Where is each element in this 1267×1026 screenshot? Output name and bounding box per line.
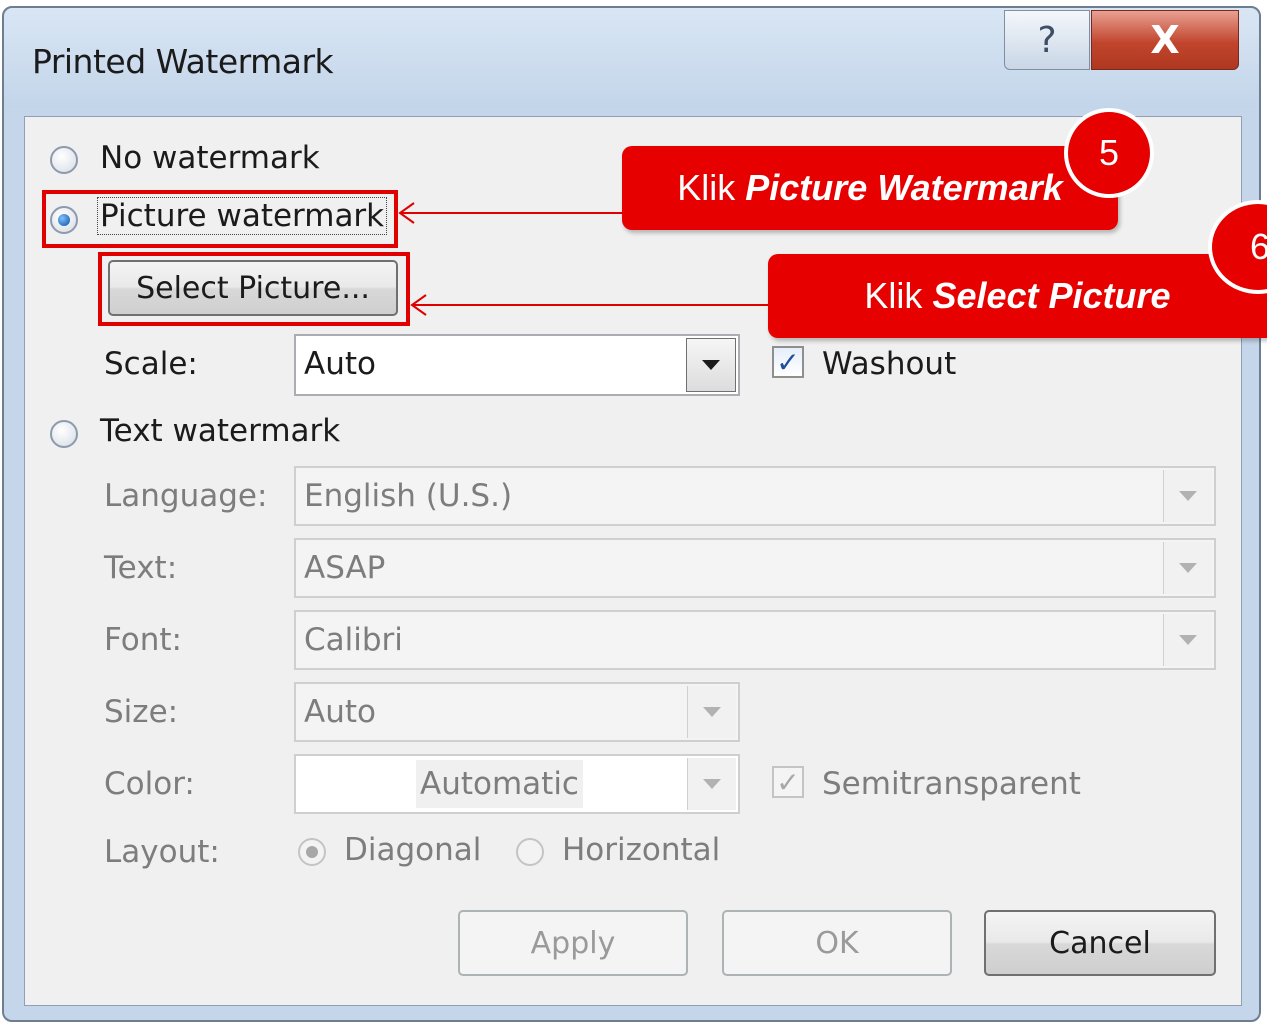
callout-step6-prefix: Klik	[864, 275, 923, 316]
callout-step5: Klik Picture Watermark	[622, 146, 1118, 230]
step5-badge: 5	[1064, 108, 1154, 198]
callout-step6: Klik Select Picture	[768, 254, 1267, 338]
callout-step5-emphasis: Picture Watermark	[745, 167, 1063, 208]
callout-step5-prefix: Klik	[677, 167, 736, 208]
callout-step6-emphasis: Select Picture	[932, 275, 1171, 316]
